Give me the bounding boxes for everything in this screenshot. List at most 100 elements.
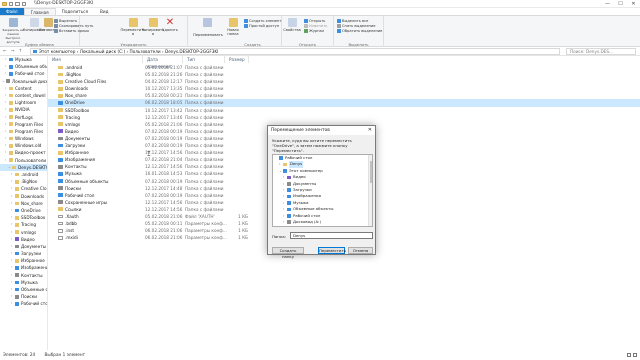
expand-chevron-icon[interactable]: › [11,221,12,228]
paste-button[interactable]: Вставить [39,18,57,32]
new-folder-icon[interactable] [15,1,20,6]
nav-tree-item[interactable]: › Объемные объекты [0,286,47,293]
nav-tree-item[interactable]: › OneDrive [0,207,47,214]
nav-tree-item[interactable]: › Поиски [0,293,47,300]
pin-button[interactable]: Закрепить на панели быстрого доступа [2,18,24,44]
column-size[interactable]: Размер [225,56,249,63]
breadcrumb-users[interactable]: Пользователи [130,49,161,54]
expand-chevron-icon[interactable]: › [11,257,12,264]
maximize-button[interactable]: ☐ [614,0,627,8]
expand-chevron-icon[interactable]: › [11,293,12,300]
file-row[interactable]: Nox_share 05.02.2018 00:21 Папка с файлами [48,92,640,99]
delete-button[interactable]: ✕ Удалить [162,18,178,33]
nav-tree-item[interactable]: ⌄ Локальный диск [0,78,47,85]
expand-chevron-icon[interactable]: › [283,219,284,225]
expand-chevron-icon[interactable]: › [5,70,6,77]
expand-chevron-icon[interactable]: › [5,142,6,149]
nav-tree-item[interactable]: › Музыка [0,56,47,63]
expand-chevron-icon[interactable]: › [5,99,6,106]
expand-chevron-icon[interactable]: › [5,121,6,128]
nav-tree-item[interactable]: › Документы [0,243,47,250]
tab-home[interactable]: Главная [23,8,56,15]
cut-button[interactable]: Вырезать [54,19,77,23]
expand-chevron-icon[interactable]: › [11,243,12,250]
nav-tree-item[interactable]: › Видео-проект [0,149,47,156]
expand-chevron-icon[interactable]: › [11,207,12,214]
nav-tree-item[interactable]: › Lightroom [0,99,47,106]
back-arrow-icon[interactable]: ← [3,49,7,54]
expand-chevron-icon[interactable]: › [5,85,6,92]
expand-chevron-icon[interactable]: › [11,264,12,271]
expand-chevron-icon[interactable]: › [11,236,12,243]
expand-chevron-icon[interactable]: › [11,171,12,178]
tab-file[interactable]: Файл [0,8,24,15]
expand-chevron-icon[interactable]: › [5,149,6,156]
nav-tree-item[interactable]: › Creative Clo [0,185,47,192]
nav-tree-item[interactable]: › PerfLogs [0,114,47,121]
select-all-button[interactable]: Выделить все [337,19,368,23]
nav-tree-item[interactable]: › Контакты [0,272,47,279]
open-button[interactable]: Открыть [304,19,325,23]
expand-chevron-icon[interactable]: › [11,200,12,207]
column-date[interactable]: Дата изменения [143,56,183,69]
column-name[interactable]: Имя [48,56,143,63]
copy-to-button[interactable]: Копировать в [142,18,164,36]
file-row[interactable]: Tracing 12.12.2017 13:46 Папка с файлами [48,114,640,121]
nav-tree-item[interactable]: › Windows [0,135,47,142]
file-row[interactable]: SSDToolbox 10.12.2017 13:42 Папка с файлам… [48,107,640,114]
rename-icon-button[interactable] [192,18,222,28]
select-none-button[interactable]: Снять выделение [337,24,375,28]
nav-tree-item[interactable]: › .android [0,171,47,178]
nav-tree-item[interactable]: › Пользователи [0,157,47,164]
chevron-down-icon[interactable] [21,1,26,6]
expand-chevron-icon[interactable]: › [11,250,12,257]
nav-tree-item[interactable]: › Nox_share [0,200,47,207]
nav-tree-item[interactable]: › Content [0,85,47,92]
minimize-button[interactable]: — [601,0,614,8]
properties-icon[interactable] [8,1,13,6]
new-item-button[interactable]: Создать элемент [244,19,282,23]
breadcrumb-local-disk[interactable]: Локальный диск (C:) [80,49,125,54]
expand-chevron-icon[interactable]: ⌄ [2,78,5,85]
nav-tree-item[interactable]: › Видео [0,236,47,243]
nav-tree-item[interactable]: › content_downl [0,92,47,99]
cancel-button[interactable]: Отмена [348,247,373,254]
expand-chevron-icon[interactable]: › [11,300,12,307]
nav-tree-item[interactable]: › Объемные объекты [0,63,47,70]
expand-chevron-icon[interactable]: › [5,128,6,135]
dialog-tree-item[interactable]: › Дисковод (A:) [273,219,372,225]
nav-tree-item[interactable]: › Избранное [0,257,47,264]
rename-button[interactable]: Переименовать [190,33,226,37]
nav-tree-item[interactable]: › Рабочий стол [0,70,47,77]
file-row[interactable]: .BigNox 05.02.2018 21:26 Папка с файлами [48,71,640,78]
nav-tree-item[interactable]: › Downloads [0,193,47,200]
nav-tree-item[interactable]: › Program Files [0,128,47,135]
expand-chevron-icon[interactable]: › [11,178,12,185]
nav-tree-item[interactable]: › SSDToolbox [0,214,47,221]
nav-tree-item[interactable]: › Program Files [0,121,47,128]
large-icons-view-icon[interactable] [633,353,637,357]
navigation-pane[interactable]: › Музыка › Объемные объекты › Рабочий стол ⌄ Ло… [0,56,48,350]
nav-tree-item[interactable]: › .BigNox [0,178,47,185]
nav-tree-item[interactable]: › Tracing [0,221,47,228]
folder-input[interactable]: Denys [290,232,373,239]
expand-chevron-icon[interactable]: › [11,185,12,192]
expand-chevron-icon[interactable]: › [11,286,12,293]
breadcrumb-user-folder[interactable]: Denys.DESKTOP-2GGF3KI [165,49,218,54]
move-to-button[interactable]: Переместить в [121,18,145,36]
expand-chevron-icon[interactable]: › [5,106,6,113]
invert-selection-button[interactable]: Обратить выделение [337,29,382,33]
easy-access-button[interactable]: Простой доступ [244,24,279,28]
history-button[interactable]: Журнал [304,29,324,33]
tab-share[interactable]: Поделиться [56,8,94,15]
expand-chevron-icon[interactable]: › [5,63,6,70]
expand-chevron-icon[interactable]: › [5,135,6,142]
file-row[interactable]: Downloads 10.12.2017 13:35 Папка с файлами [48,85,640,92]
nav-tree-item[interactable]: › Изображения [0,264,47,271]
nav-tree-item[interactable]: › Рабочий стол [0,300,47,307]
details-view-icon[interactable] [627,353,631,357]
properties-button[interactable]: Свойства [283,18,301,32]
expand-chevron-icon[interactable]: ⌄ [8,164,11,171]
tab-view[interactable]: Вид [94,8,115,15]
expand-chevron-icon[interactable]: › [11,279,12,286]
